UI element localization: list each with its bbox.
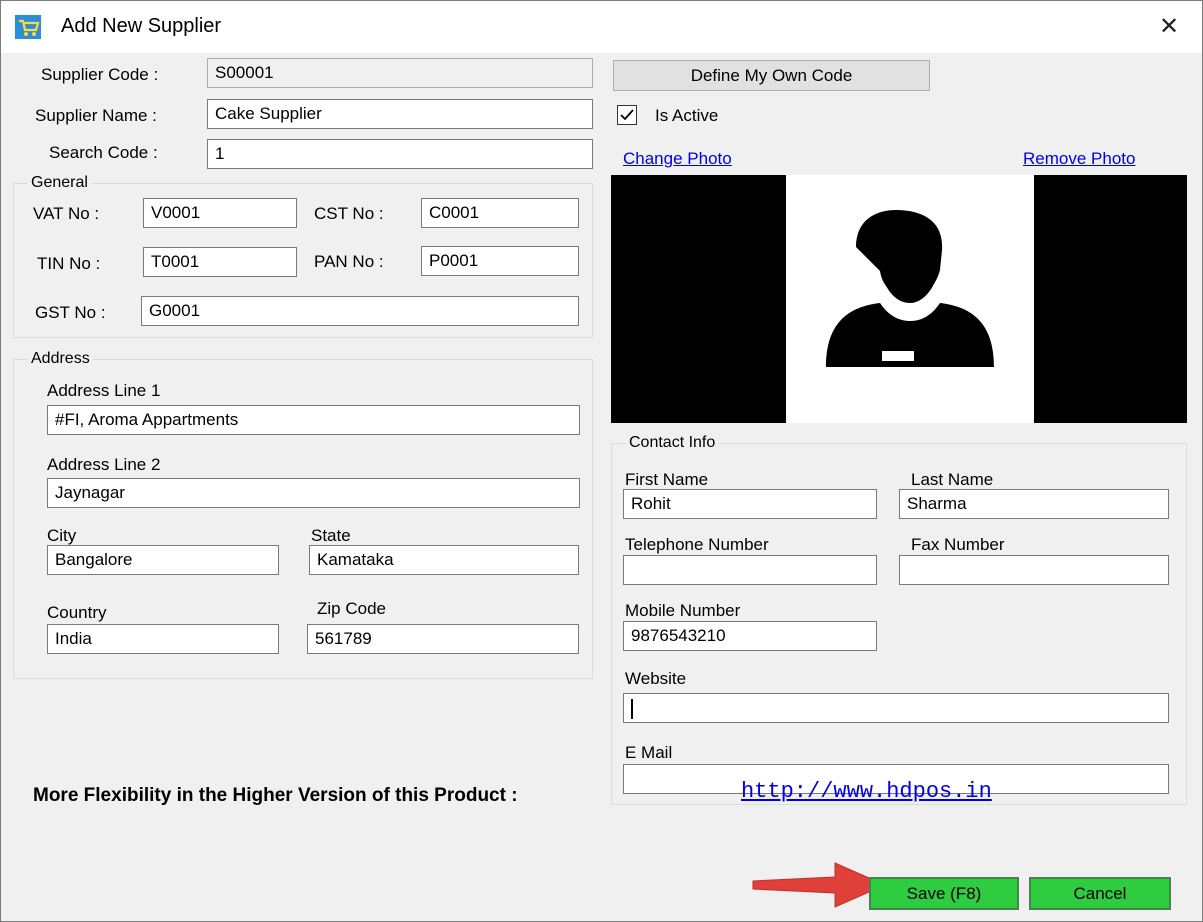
save-button[interactable]: Save (F8) (869, 877, 1019, 910)
address-line1-label: Address Line 1 (47, 381, 161, 400)
supplier-name-field[interactable] (207, 99, 593, 129)
tin-label: TIN No : (37, 254, 101, 273)
window-title: Add New Supplier (61, 15, 222, 37)
cst-label: CST No : (314, 204, 384, 223)
address-line2-label: Address Line 2 (47, 455, 161, 474)
supplier-code-label: Supplier Code : (41, 65, 159, 84)
cart-icon (15, 15, 41, 39)
photo-frame-left (611, 175, 786, 423)
pan-field[interactable] (421, 246, 579, 276)
dialog-body: Supplier Code : Supplier Name : Search C… (1, 53, 1202, 921)
gst-label: GST No : (35, 303, 106, 322)
zip-label: Zip Code (317, 599, 386, 618)
text-cursor (631, 699, 633, 719)
user-silhouette-icon (826, 210, 994, 367)
general-group-title: General (28, 173, 91, 193)
photo-frame-right (1034, 175, 1187, 423)
title-bar: Add New Supplier ✕ (1, 1, 1202, 53)
telephone-label: Telephone Number (625, 535, 769, 554)
upgrade-message: More Flexibility in the Higher Version o… (33, 785, 518, 806)
supplier-code-field[interactable] (207, 58, 593, 88)
search-code-field[interactable] (207, 139, 593, 169)
cancel-button[interactable]: Cancel (1029, 877, 1171, 910)
hdpos-website-link[interactable]: http://www.hdpos.in (741, 779, 992, 804)
telephone-field[interactable] (623, 555, 877, 585)
search-code-label: Search Code : (49, 143, 158, 162)
remove-photo-link[interactable]: Remove Photo (1023, 149, 1135, 169)
website-label: Website (625, 669, 687, 688)
photo-image (786, 175, 1034, 423)
fax-label: Fax Number (911, 535, 1005, 554)
website-field[interactable] (623, 693, 1169, 723)
city-field[interactable] (47, 545, 279, 575)
add-supplier-dialog: Add New Supplier ✕ Supplier Code : Suppl… (0, 0, 1203, 922)
is-active-label: Is Active (655, 106, 719, 125)
city-label: City (47, 526, 77, 545)
last-name-field[interactable] (899, 489, 1169, 519)
change-photo-link[interactable]: Change Photo (623, 149, 732, 169)
vat-field[interactable] (143, 198, 297, 228)
mobile-field[interactable] (623, 621, 877, 651)
vat-label: VAT No : (33, 204, 100, 223)
fax-field[interactable] (899, 555, 1169, 585)
first-name-field[interactable] (623, 489, 877, 519)
tin-field[interactable] (143, 247, 297, 277)
address-line1-field[interactable] (47, 405, 580, 435)
cst-field[interactable] (421, 198, 579, 228)
country-label: Country (47, 603, 107, 622)
email-label: E Mail (625, 743, 673, 762)
country-field[interactable] (47, 624, 279, 654)
state-label: State (311, 526, 351, 545)
state-field[interactable] (309, 545, 579, 575)
is-active-checkbox[interactable] (617, 105, 637, 125)
last-name-label: Last Name (911, 470, 994, 489)
zip-field[interactable] (307, 624, 579, 654)
first-name-label: First Name (625, 470, 709, 489)
pan-label: PAN No : (314, 252, 384, 271)
pointer-arrow-icon (752, 862, 887, 908)
contact-info-group-title: Contact Info (626, 433, 719, 453)
define-own-code-button[interactable]: Define My Own Code (613, 60, 930, 91)
close-icon: ✕ (1158, 13, 1180, 40)
address-group-title: Address (28, 349, 93, 369)
address-line2-field[interactable] (47, 478, 580, 508)
supplier-name-label: Supplier Name : (35, 106, 157, 125)
mobile-label: Mobile Number (625, 601, 741, 620)
checkmark-icon (620, 109, 634, 121)
gst-field[interactable] (141, 296, 579, 326)
close-button[interactable]: ✕ (1151, 9, 1187, 45)
